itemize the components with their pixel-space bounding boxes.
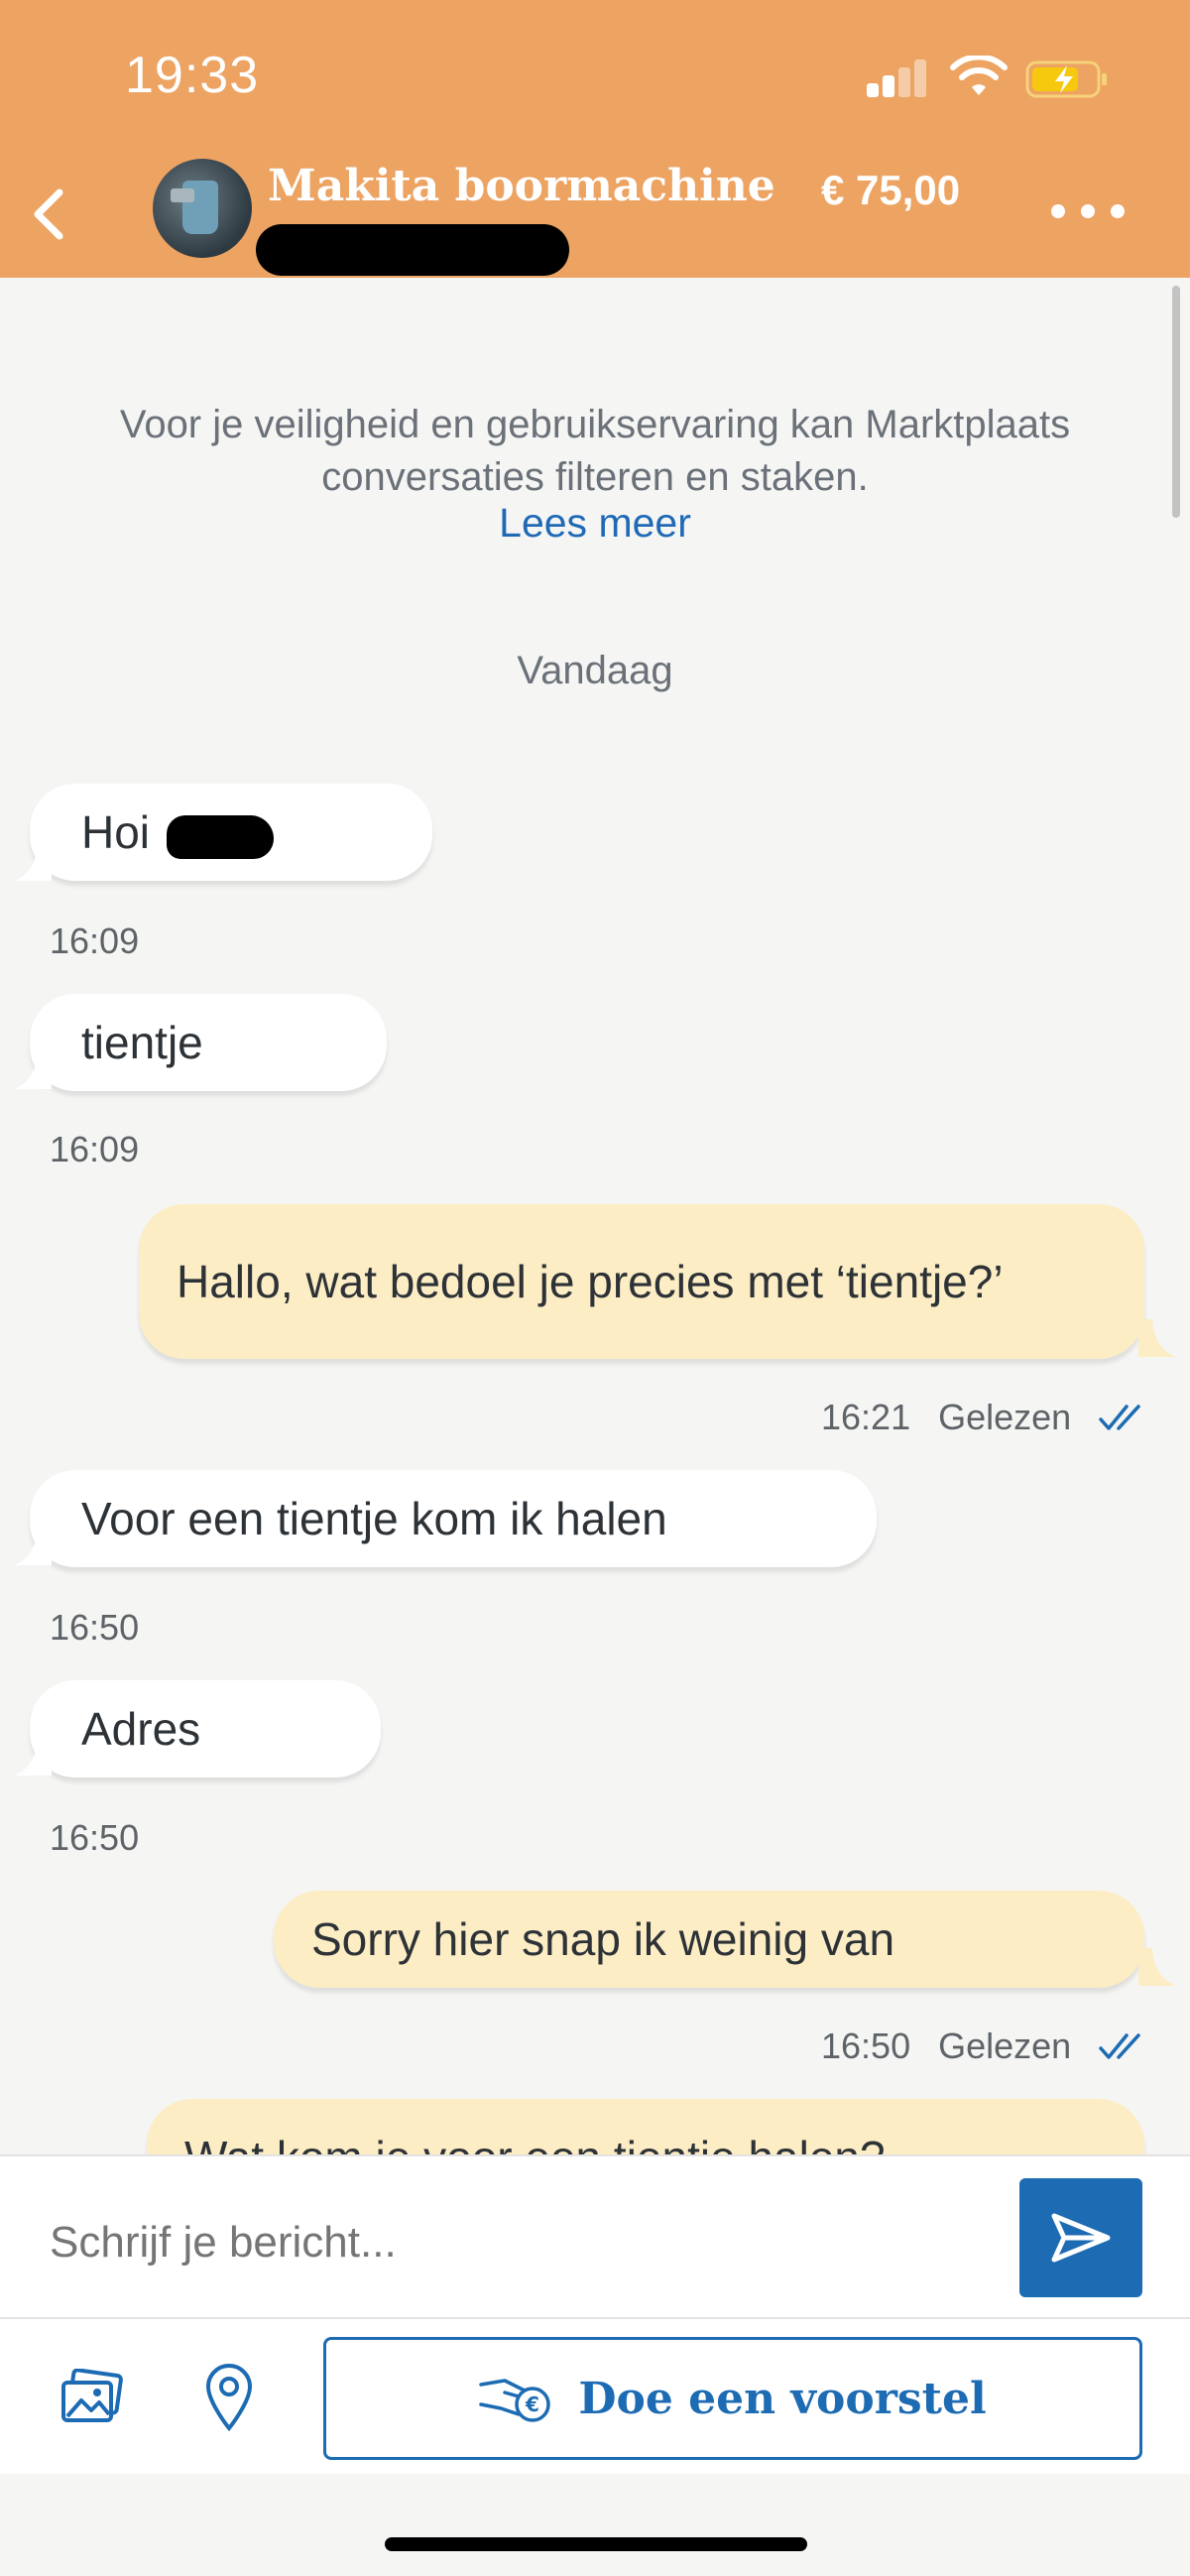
day-separator: Vandaag: [517, 649, 673, 692]
send-icon: [1051, 2213, 1111, 2263]
message-time: 16:50: [50, 1607, 140, 1648]
composer-toolbar: € Doe een voorstel: [0, 2317, 1190, 2474]
more-dots-icon: [1051, 204, 1065, 218]
location-pin-icon[interactable]: [204, 2363, 254, 2432]
safety-notice: Voor je veiligheid en gebruikservaring k…: [119, 403, 1071, 499]
make-offer-label: Doe een voorstel: [578, 2373, 987, 2424]
double-check-icon: [1099, 2033, 1140, 2059]
back-button[interactable]: [20, 179, 79, 248]
battery-charging-icon: [1025, 61, 1107, 98]
message-time: 16:50: [50, 1817, 140, 1858]
bubble-tail: [14, 1051, 52, 1089]
hand-euro-icon: €: [479, 2379, 551, 2422]
message-text: tientje: [81, 1017, 203, 1068]
message-bubble-outgoing[interactable]: Sorry hier snap ik weinig van: [274, 1891, 1144, 1988]
redacted-username: [256, 224, 569, 276]
message-input[interactable]: [50, 2218, 942, 2268]
message-bubble-incoming[interactable]: Voor een tientje kom ik halen: [30, 1470, 877, 1567]
bubble-tail: [14, 1528, 52, 1565]
message-text: Adres: [81, 1703, 201, 1755]
status-time: 19:33: [125, 47, 260, 104]
message-time: 16:09: [50, 920, 140, 961]
make-offer-button[interactable]: € Doe een voorstel: [323, 2337, 1142, 2460]
read-receipt: 16:50 Gelezen: [821, 2025, 1142, 2067]
message-time: 16:21: [821, 1397, 911, 1437]
bubble-tail: [14, 843, 52, 881]
more-options-button[interactable]: [1051, 186, 1140, 236]
photo-icon[interactable]: [60, 2369, 125, 2426]
read-status: Gelezen: [938, 1397, 1072, 1437]
read-status: Gelezen: [938, 2025, 1072, 2066]
message-text: Hoi: [81, 806, 151, 858]
message-time: 16:09: [50, 1129, 140, 1169]
message-bubble-incoming[interactable]: Adres: [30, 1680, 381, 1778]
scrollbar[interactable]: [1172, 286, 1180, 518]
read-more-link[interactable]: Lees meer: [0, 500, 1190, 547]
double-check-icon: [1099, 1405, 1140, 1430]
bubble-tail: [1138, 1948, 1176, 1986]
send-button[interactable]: [1019, 2178, 1142, 2297]
message-text: Sorry hier snap ik weinig van: [311, 1913, 895, 1965]
ad-title[interactable]: Makita boormachine: [268, 161, 775, 211]
ad-price: € 75,00: [821, 167, 961, 213]
bubble-tail: [14, 1738, 52, 1776]
bubble-tail: [1138, 1319, 1176, 1357]
message-text: Voor een tientje kom ik halen: [81, 1493, 667, 1544]
message-text: Hallo, wat bedoel je precies met ‘tientj…: [177, 1256, 1004, 1307]
redacted-name: [167, 815, 274, 859]
cellular-signal-icon: [867, 58, 926, 97]
message-composer: [0, 2154, 1190, 2317]
wifi-icon: [950, 56, 1008, 95]
svg-text:€: €: [525, 2392, 539, 2416]
ad-thumbnail[interactable]: [153, 159, 252, 258]
read-receipt: 16:21 Gelezen: [821, 1397, 1142, 1438]
app-header: 19:33 Makita boormachine € 75,00: [0, 0, 1190, 278]
message-time: 16:50: [821, 2025, 911, 2066]
message-bubble-incoming[interactable]: tientje: [30, 994, 387, 1091]
message-bubble-outgoing[interactable]: Hallo, wat bedoel je precies met ‘tientj…: [139, 1204, 1144, 1359]
home-indicator[interactable]: [385, 2537, 807, 2551]
